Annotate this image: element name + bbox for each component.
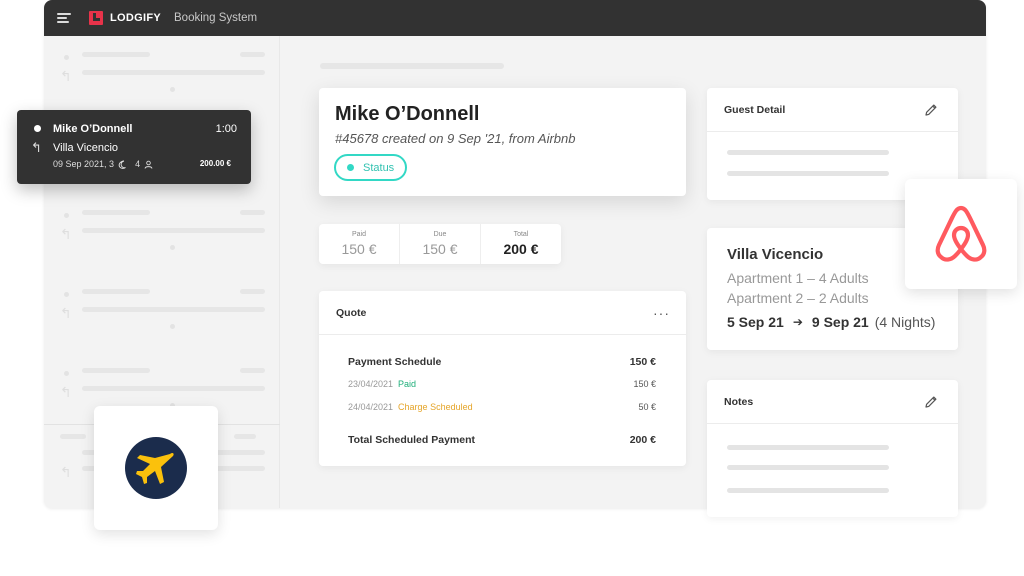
total-label: Total [513,231,529,238]
moon-icon [118,160,126,169]
schedule-row: 24/04/2021 Charge Scheduled 50 € [348,402,656,412]
nights-count: (4 Nights) [874,314,936,330]
guest-detail-title: Guest Detail [724,103,786,116]
check-in-date: 5 Sep 21 [727,314,784,330]
guest-detail-header: Guest Detail [707,88,958,132]
reply-arrow-icon: ↰ [31,140,42,155]
tooltip-date: 09 Sep 2021, 3 [53,159,115,169]
notes-header: Notes [707,380,958,424]
top-bar: LODGIFY Booking System [44,0,986,36]
status-label: Status [363,161,395,174]
menu-icon[interactable] [57,13,71,23]
app-name: Booking System [174,12,258,24]
property-name: Villa Vicencio [727,246,824,263]
quote-card: Quote ··· Payment Schedule 150 € 23/04/2… [319,291,686,466]
apartment-line: Apartment 1 – 4 Adults [727,270,869,286]
airbnb-logo-icon [935,205,987,262]
stay-dates: 5 Sep 21 ➔ 9 Sep 21 (4 Nights) [727,314,935,330]
tooltip-time: 1:00 [215,123,237,135]
schedule-date: 24/04/2021 [348,402,394,412]
person-icon [144,160,153,169]
paid-cell: Paid 150 € [319,224,400,264]
quote-title: Quote [336,306,367,319]
tooltip-guest-name: Mike O’Donnell [53,123,133,135]
status-dot-icon [347,164,354,171]
total-scheduled-label: Total Scheduled Payment [348,434,475,446]
schedule-row: 23/04/2021 Paid 150 € [348,379,656,389]
pencil-icon[interactable] [924,395,938,409]
more-options-icon[interactable]: ··· [653,306,670,320]
booking-tooltip: Mike O’Donnell 1:00 ↰ Villa Vicencio 09 … [17,110,251,184]
expedia-logo-badge [94,406,218,530]
payment-schedule-value: 150 € [629,356,656,368]
booking-summary-card: Mike O’Donnell #45678 created on 9 Sep '… [319,88,686,196]
paid-value: 150 € [341,241,377,257]
schedule-status: Charge Scheduled [398,402,473,412]
notes-card: Notes [707,380,958,517]
expedia-logo-icon [125,437,187,499]
schedule-date: 23/04/2021 [348,379,394,389]
lodgify-logo-icon [89,11,103,25]
tooltip-dot-icon [34,125,41,132]
notes-title: Notes [724,395,754,408]
schedule-status: Paid [398,379,417,389]
arrow-right-icon: ➔ [792,315,803,329]
check-out-date: 9 Sep 21 [811,314,869,330]
due-label: Due [433,231,447,238]
total-cell: Total 200 € [481,224,561,264]
brand-name: LODGIFY [110,12,161,24]
pencil-icon[interactable] [924,103,938,117]
tooltip-price: 200.00 € [199,159,231,168]
status-button[interactable]: Status [334,154,407,181]
total-value: 200 € [503,241,539,257]
apartment-line: Apartment 2 – 2 Adults [727,290,869,306]
paid-label: Paid [351,231,366,238]
due-cell: Due 150 € [400,224,481,264]
airbnb-logo-badge [905,179,1017,289]
payment-schedule-row: Payment Schedule 150 € [348,356,656,368]
payment-summary: Paid 150 € Due 150 € Total 200 € [319,224,561,264]
schedule-amount: 50 € [638,402,656,412]
due-value: 150 € [422,241,458,257]
payment-schedule-label: Payment Schedule [348,356,442,368]
tooltip-meta: 09 Sep 2021, 3 4 [53,159,161,169]
guest-name: Mike O’Donnell [335,103,480,125]
tooltip-property: Villa Vicencio [53,142,119,154]
total-scheduled-row: Total Scheduled Payment 200 € [348,434,656,446]
booking-subtitle: #45678 created on 9 Sep '21, from Airbnb [335,131,576,146]
tooltip-guests: 4 [135,159,141,169]
total-scheduled-value: 200 € [629,434,656,446]
quote-header: Quote ··· [319,291,686,335]
schedule-amount: 150 € [633,379,656,389]
